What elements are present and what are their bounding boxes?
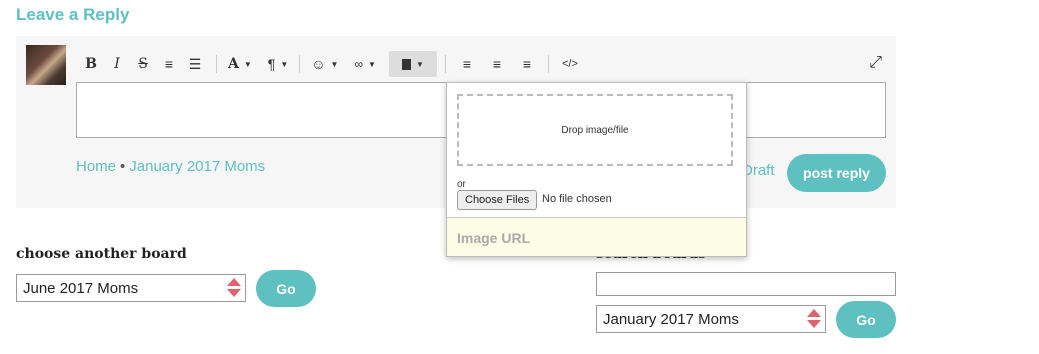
- ordered-list-button[interactable]: ≡: [156, 51, 182, 77]
- board-select-value: June 2017 Moms: [23, 280, 139, 297]
- chevron-down-icon: ▼: [368, 59, 376, 69]
- emoji-icon: ☺: [311, 56, 326, 72]
- ordered-list-icon: ≡: [164, 56, 174, 72]
- search-go-button[interactable]: Go: [836, 301, 896, 338]
- expand-icon[interactable]: ⤢: [869, 54, 882, 72]
- select-arrows-icon: [227, 278, 241, 297]
- drop-zone-text: Drop image/file: [561, 124, 629, 136]
- italic-icon: I: [114, 56, 120, 72]
- file-button[interactable]: ▼: [388, 51, 437, 77]
- italic-button[interactable]: I: [104, 51, 130, 77]
- emoji-button[interactable]: ☺ ▼: [308, 51, 341, 77]
- breadcrumb-home-link[interactable]: Home: [76, 158, 116, 175]
- drop-zone[interactable]: Drop image/file: [457, 94, 733, 166]
- board-select[interactable]: June 2017 Moms: [16, 274, 246, 302]
- chevron-down-icon: ▼: [330, 59, 339, 69]
- choose-board-label: choose another board: [16, 246, 187, 262]
- align-left-icon: ≡: [462, 56, 472, 72]
- breadcrumb-board-link[interactable]: January 2017 Moms: [129, 158, 265, 175]
- search-board-select-value: January 2017 Moms: [603, 311, 739, 328]
- toolbar-divider: [299, 55, 301, 73]
- toolbar-divider: [216, 55, 217, 73]
- no-file-text: No file chosen: [542, 193, 612, 205]
- select-arrows-icon: [807, 309, 821, 328]
- avatar: [26, 45, 66, 85]
- font-icon: A: [228, 56, 239, 72]
- bold-icon: B: [85, 56, 97, 72]
- unordered-list-button[interactable]: ☰: [182, 51, 208, 77]
- font-button[interactable]: A ▼: [225, 51, 255, 77]
- align-center-icon: ≡: [492, 56, 502, 72]
- chevron-down-icon: ▼: [415, 59, 424, 69]
- file-upload-popup: Drop image/file or Choose Files No file …: [446, 82, 747, 257]
- align-right-button[interactable]: ≡: [514, 51, 540, 77]
- breadcrumb-separator: •: [120, 158, 126, 175]
- paragraph-button[interactable]: ¶ ▼: [265, 51, 291, 77]
- board-go-button[interactable]: Go: [256, 270, 316, 307]
- link-icon: ∞: [354, 57, 364, 71]
- link-button[interactable]: ∞ ▼: [351, 51, 378, 77]
- align-left-button[interactable]: ≡: [454, 51, 480, 77]
- strikethrough-icon: S: [138, 56, 148, 72]
- toolbar-divider: [547, 55, 549, 73]
- leave-reply-heading: Leave a Reply: [16, 5, 130, 24]
- search-board-select[interactable]: January 2017 Moms: [596, 305, 826, 333]
- image-url-input[interactable]: Image URL: [447, 217, 746, 256]
- breadcrumb: Home • January 2017 Moms: [76, 158, 265, 175]
- file-icon: [401, 58, 411, 70]
- code-button[interactable]: </>: [557, 51, 583, 77]
- align-center-button[interactable]: ≡: [484, 51, 510, 77]
- editor-toolbar: B I S ≡ ☰ A ▼ ¶ ▼ ☺ ▼ ∞ ▼ ▼ ≡ ≡ ≡ </>: [78, 50, 583, 78]
- toolbar-divider: [444, 55, 446, 73]
- search-boards-input[interactable]: [596, 272, 896, 296]
- unordered-list-icon: ☰: [188, 55, 202, 72]
- strikethrough-button[interactable]: S: [130, 51, 156, 77]
- chevron-down-icon: ▼: [243, 59, 252, 69]
- paragraph-icon: ¶: [267, 56, 276, 72]
- code-icon: </>: [562, 58, 578, 70]
- choose-files-button[interactable]: Choose Files: [457, 190, 538, 210]
- chevron-down-icon: ▼: [280, 59, 289, 69]
- post-reply-button[interactable]: post reply: [787, 154, 886, 192]
- bold-button[interactable]: B: [78, 51, 104, 77]
- or-label: or: [457, 179, 466, 190]
- align-right-icon: ≡: [522, 56, 532, 72]
